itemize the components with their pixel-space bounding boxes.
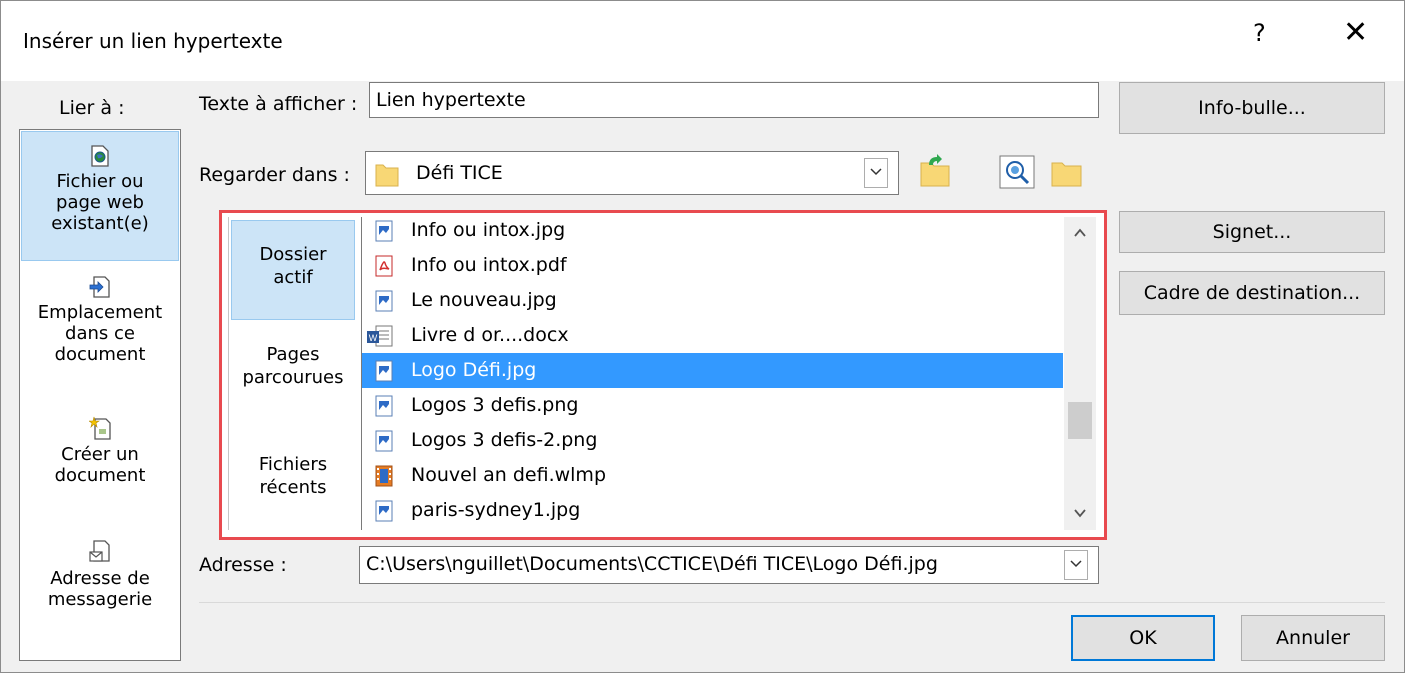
file-row-selected[interactable]: Logo Défi.jpg: [362, 353, 1063, 388]
file-name: Nouvel an defi.wlmp: [411, 464, 607, 486]
look-in-label: Regarder dans :: [199, 164, 350, 186]
file-name: Le nouveau.jpg: [411, 289, 557, 311]
nav-item-line: Adresse de: [50, 568, 150, 589]
look-in-combobox[interactable]: Défi TICE: [365, 151, 899, 195]
bookmark-button[interactable]: Signet...: [1119, 211, 1385, 253]
address-value: C:\Users\nguillet\Documents\CCTICE\Défi …: [366, 553, 938, 575]
browse-web-button[interactable]: [997, 153, 1039, 193]
place-line: Pages: [266, 344, 320, 365]
web-file-icon: [91, 145, 109, 167]
display-text-input[interactable]: Lien hypertexte: [369, 82, 1099, 118]
place-line: Fichiers: [258, 454, 328, 475]
word-file-icon: W: [367, 325, 393, 347]
place-line: actif: [273, 267, 313, 288]
place-line: Dossier: [259, 244, 327, 265]
svg-text:W: W: [369, 333, 378, 343]
file-row[interactable]: Logos 3 defis-2.png: [362, 423, 1063, 458]
insert-hyperlink-dialog: Insérer un lien hypertexte ? ✕ Lier à : …: [0, 0, 1405, 673]
browse-file-button[interactable]: [1047, 153, 1089, 193]
dialog-title: Insérer un lien hypertexte: [23, 29, 283, 53]
nav-item-line: Fichier ou: [56, 171, 144, 192]
file-row[interactable]: Logos 3 defis.png: [362, 388, 1063, 423]
close-button[interactable]: ✕: [1343, 15, 1368, 50]
address-combobox[interactable]: C:\Users\nguillet\Documents\CCTICE\Défi …: [359, 546, 1099, 584]
tooltip-button[interactable]: Info-bulle...: [1119, 82, 1385, 134]
display-text-label: Texte à afficher :: [199, 93, 358, 115]
address-dropdown-arrow[interactable]: [1064, 550, 1088, 580]
address-label: Adresse :: [199, 554, 287, 576]
nav-item-line: document: [54, 465, 146, 486]
email-icon: [89, 540, 110, 562]
file-name: Logos 3 defis.png: [411, 394, 579, 416]
nav-place-in-document[interactable]: Emplacement dans ce document: [21, 276, 179, 396]
new-document-icon: [89, 416, 111, 440]
file-list[interactable]: Info ou intox.jpg Info ou intox.pdf Le n…: [361, 217, 1063, 530]
file-name: Info ou intox.jpg: [411, 219, 566, 241]
nav-create-document[interactable]: Créer un document: [21, 416, 179, 506]
movie-file-icon: [375, 465, 393, 487]
nav-item-line: document: [54, 344, 146, 365]
nav-item-line: Créer un: [61, 444, 139, 465]
nav-item-line: messagerie: [47, 589, 153, 610]
place-line: récents: [259, 477, 327, 498]
chevron-down-icon: [1070, 560, 1082, 568]
cancel-button[interactable]: Annuler: [1241, 615, 1385, 661]
link-to-label: Lier à :: [59, 97, 125, 119]
nav-item-line: existant(e): [51, 213, 149, 234]
file-list-scrollbar[interactable]: [1064, 217, 1096, 530]
image-file-icon: [375, 430, 393, 452]
up-folder-icon: [920, 154, 950, 187]
image-file-icon: [375, 290, 393, 312]
browse-web-icon: [999, 155, 1035, 189]
place-recent-files[interactable]: Fichiers récents: [231, 453, 355, 523]
file-row[interactable]: paris-sydney1.jpg: [362, 493, 1063, 528]
file-row[interactable]: Info ou intox.jpg: [362, 217, 1063, 248]
file-row[interactable]: Le nouveau.jpg: [362, 283, 1063, 318]
file-row[interactable]: Nouvel an defi.wlmp: [362, 458, 1063, 493]
file-name: Logo Défi.jpg: [411, 359, 537, 381]
file-name: paris-sydney1.jpg: [411, 499, 581, 521]
look-in-value: Défi TICE: [416, 162, 503, 184]
place-line: parcourues: [242, 367, 344, 388]
browse-file-icon: [1051, 162, 1082, 187]
image-file-icon: [375, 360, 393, 382]
folder-icon: [375, 164, 399, 187]
file-name: Livre d or....docx: [411, 324, 569, 346]
nav-email-address[interactable]: Adresse de messagerie: [21, 540, 179, 630]
file-row[interactable]: W Livre d or....docx: [362, 318, 1063, 353]
nav-item-line: page web: [56, 192, 144, 213]
nav-item-line: dans ce: [65, 323, 135, 344]
help-button[interactable]: ?: [1253, 19, 1266, 47]
scrollbar-thumb[interactable]: [1068, 402, 1092, 439]
file-name: Logos 3 defis-2.png: [411, 429, 598, 451]
chevron-down-icon: [870, 168, 882, 176]
scroll-down-icon[interactable]: [1072, 505, 1088, 521]
places-bar: Dossier actif Pages parcourues Fichiers …: [228, 217, 358, 530]
nav-existing-file-or-web-page[interactable]: Fichier ou page web existant(e): [21, 131, 179, 261]
ok-button[interactable]: OK: [1071, 615, 1215, 661]
nav-item-line: Emplacement: [37, 302, 163, 323]
image-file-icon: [375, 500, 393, 522]
image-file-icon: [375, 395, 393, 417]
pdf-file-icon: [375, 255, 393, 277]
file-name: Info ou intox.pdf: [411, 254, 567, 276]
up-one-folder-button[interactable]: [915, 153, 957, 193]
target-frame-button[interactable]: Cadre de destination...: [1119, 271, 1385, 315]
image-file-icon: [375, 220, 393, 242]
title-bar: Insérer un lien hypertexte ? ✕: [1, 1, 1404, 81]
document-place-icon: [89, 276, 110, 298]
divider: [199, 602, 1385, 603]
place-browsed-pages[interactable]: Pages parcourues: [231, 343, 355, 413]
look-in-dropdown-arrow[interactable]: [864, 158, 888, 188]
file-row[interactable]: Info ou intox.pdf: [362, 248, 1063, 283]
place-current-folder[interactable]: Dossier actif: [231, 220, 355, 320]
link-to-nav: Fichier ou page web existant(e) Emplacem…: [19, 129, 181, 661]
scroll-up-icon[interactable]: [1072, 225, 1088, 241]
